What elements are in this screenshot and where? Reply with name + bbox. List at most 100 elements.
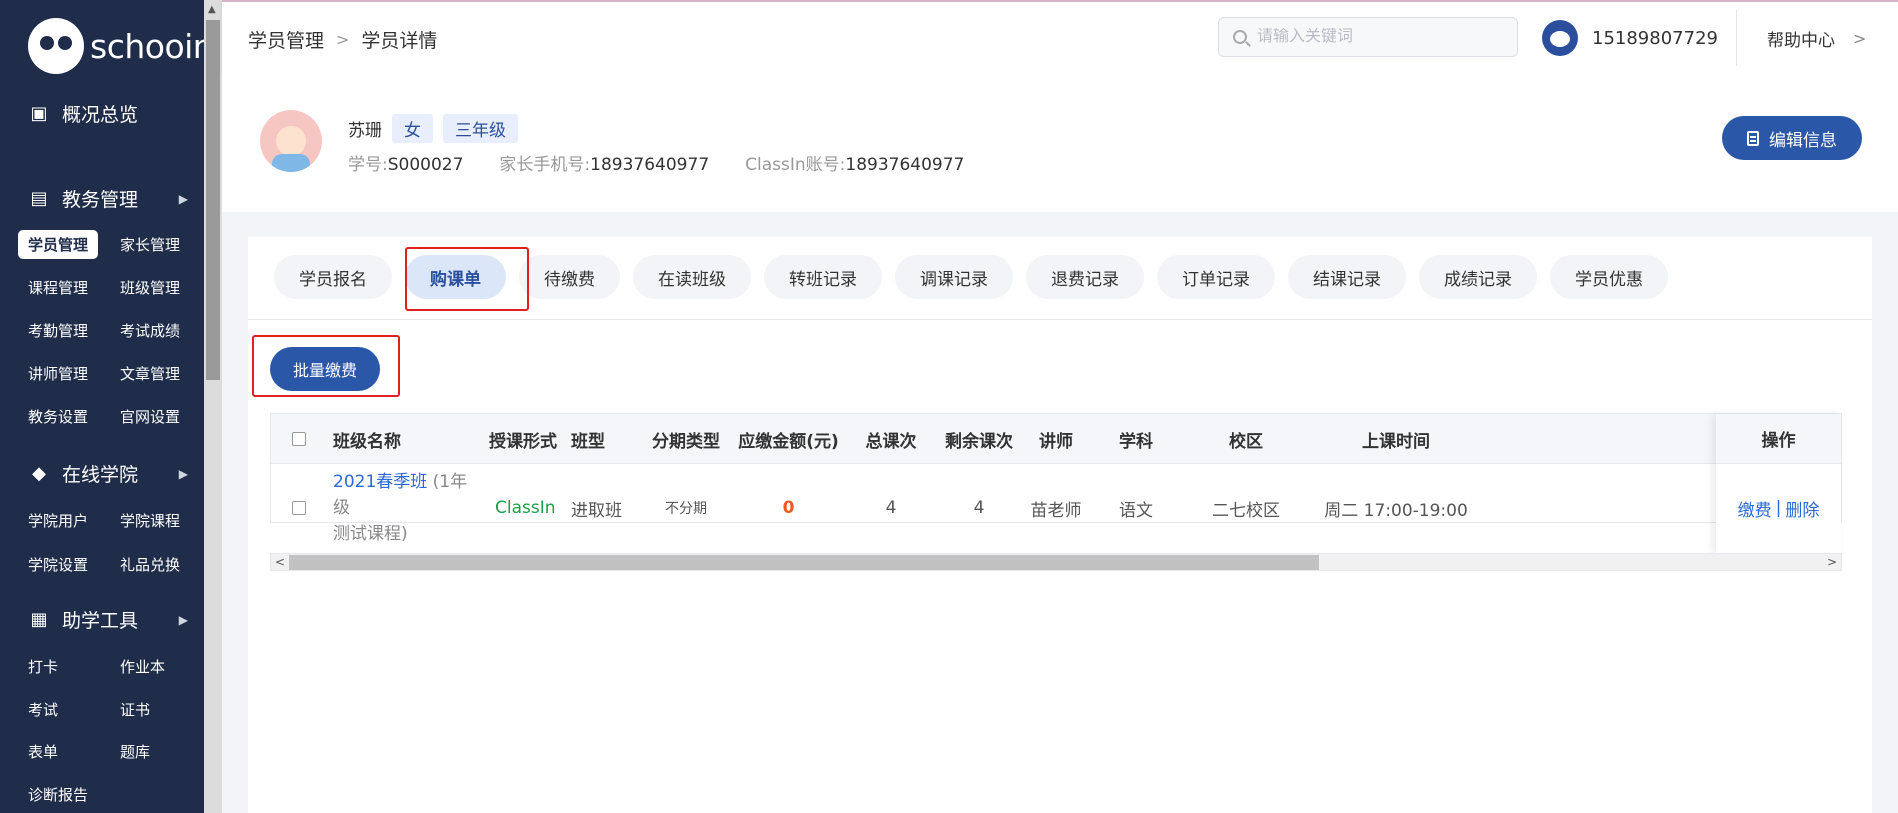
select-all-checkbox[interactable]: [292, 432, 306, 446]
tab-score-records[interactable]: 成绩记录: [1419, 255, 1537, 299]
breadcrumb-item[interactable]: 学员管理: [248, 26, 324, 53]
col-class-name[interactable]: 班级名称: [333, 414, 473, 464]
tab-enroll[interactable]: 学员报名: [274, 255, 392, 299]
sidebar-item-exam-score[interactable]: 考试成绩: [110, 316, 190, 345]
scrollbar-thumb[interactable]: [206, 20, 220, 380]
triangle-right-icon: ▶: [178, 466, 188, 481]
class-name-cell: 2021春季班 (1年级 测试课程): [333, 464, 483, 552]
purchase-table: 班级名称 授课形式 班型 分期类型 应缴金额(元) 总课次 剩余课次 讲师 学科…: [270, 413, 1842, 554]
sidebar-item-college-settings[interactable]: 学院设置: [18, 550, 98, 579]
scroll-left-icon[interactable]: <: [275, 555, 285, 569]
sidebar-item-attendance[interactable]: 考勤管理: [18, 316, 98, 345]
edit-info-button[interactable]: 编辑信息: [1722, 116, 1862, 160]
sidebar-item-college-courses[interactable]: 学院课程: [110, 506, 190, 535]
sidebar-item-site-settings[interactable]: 官网设置: [110, 402, 190, 431]
sidebar-item-article[interactable]: 文章管理: [110, 359, 190, 388]
col-subject[interactable]: 学科: [1096, 414, 1176, 464]
sidebar-item-student[interactable]: 学员管理: [18, 230, 99, 259]
col-operations: 操作: [1716, 414, 1841, 464]
grid-icon: ▦: [30, 608, 48, 630]
student-id-label: 学号:: [348, 155, 388, 175]
search-box[interactable]: [1218, 17, 1518, 57]
sidebar-section-label: 在线学院: [62, 464, 139, 486]
sidebar-item-form[interactable]: 表单: [18, 737, 68, 766]
triangle-right-icon: ▶: [178, 612, 188, 627]
row-select-cell: [291, 464, 307, 552]
col-teacher[interactable]: 讲师: [1016, 414, 1096, 464]
sidebar-section-college[interactable]: ◆ 在线学院 ▶: [28, 460, 188, 487]
sidebar-item-checkin[interactable]: 打卡: [18, 652, 68, 681]
sidebar-section-edu[interactable]: ▤ 教务管理 ▶: [28, 185, 188, 212]
tab-order-records[interactable]: 订单记录: [1157, 255, 1275, 299]
operations-separator: |: [1775, 498, 1782, 518]
total-lessons-cell: 4: [885, 498, 897, 518]
col-campus[interactable]: 校区: [1191, 414, 1301, 464]
subject-cell: 语文: [1119, 500, 1153, 521]
brand-name: schooin: [90, 26, 214, 66]
student-name-row: 苏珊 女 三年级: [348, 114, 518, 143]
highlight-box-batch-pay: [252, 335, 400, 397]
scroll-right-icon[interactable]: >: [1827, 555, 1837, 569]
scrollbar-thumb[interactable]: [289, 555, 1319, 570]
col-installment[interactable]: 分期类型: [641, 414, 731, 464]
type-cell: 进取班: [571, 500, 622, 521]
header-divider: [1736, 10, 1737, 66]
col-time[interactable]: 上课时间: [1301, 414, 1491, 464]
row-checkbox[interactable]: [292, 501, 306, 515]
col-type[interactable]: 班型: [571, 414, 651, 464]
sidebar-item-edu-settings[interactable]: 教务设置: [18, 402, 98, 431]
tab-reschedule-records[interactable]: 调课记录: [895, 255, 1013, 299]
sidebar-section-overview[interactable]: ▣ 概况总览: [28, 100, 188, 127]
sidebar-item-teacher[interactable]: 讲师管理: [18, 359, 98, 388]
installment-cell: 不分期: [665, 501, 707, 517]
logo[interactable]: schooin: [28, 18, 214, 74]
highlight-box-tab: [405, 247, 529, 311]
student-profile: 苏珊 女 三年级 学号:S000027 家长手机号:18937640977 Cl…: [222, 72, 1898, 212]
pay-link[interactable]: 缴费: [1738, 496, 1772, 521]
parent-phone: 家长手机号:18937640977: [499, 150, 709, 175]
campus-cell: 二七校区: [1212, 500, 1280, 521]
sidebar: schooin ▣ 概况总览 ▤ 教务管理 ▶ 学员管理 家长管理 课程管理 班…: [0, 0, 222, 813]
triangle-right-icon: ▶: [178, 191, 188, 206]
logo-mark-icon: [28, 18, 84, 74]
sidebar-item-certificate[interactable]: 证书: [110, 695, 160, 724]
top-bar: 学员管理 > 学员详情 15189807729 帮助中心 >: [222, 0, 1898, 72]
col-total-lessons[interactable]: 总课次: [851, 414, 931, 464]
tab-completion-records[interactable]: 结课记录: [1288, 255, 1406, 299]
sidebar-item-gift-exchange[interactable]: 礼品兑换: [110, 550, 190, 579]
sidebar-item-homework[interactable]: 作业本: [110, 652, 175, 681]
table-header: 班级名称 授课形式 班型 分期类型 应缴金额(元) 总课次 剩余课次 讲师 学科…: [271, 414, 1841, 464]
col-remaining-lessons[interactable]: 剩余课次: [934, 414, 1024, 464]
tab-student-discounts[interactable]: 学员优惠: [1550, 255, 1668, 299]
operations-column: 操作 缴费 | 删除: [1716, 414, 1841, 554]
tab-current-classes[interactable]: 在读班级: [633, 255, 751, 299]
help-center-label: 帮助中心: [1767, 31, 1835, 51]
class-name-link[interactable]: 2021春季班: [333, 472, 427, 492]
tab-pending-payment[interactable]: 待缴费: [519, 255, 620, 299]
col-mode[interactable]: 授课形式: [489, 414, 569, 464]
sidebar-item-diagnosis[interactable]: 诊断报告: [18, 780, 98, 809]
user-info[interactable]: 15189807729: [1542, 20, 1718, 56]
sidebar-section-tools[interactable]: ▦ 助学工具 ▶: [28, 606, 188, 633]
sidebar-item-exam[interactable]: 考试: [18, 695, 68, 724]
sidebar-item-parent[interactable]: 家长管理: [110, 230, 190, 259]
amount-cell: 0: [731, 464, 846, 552]
scroll-up-icon[interactable]: ▲: [208, 4, 216, 15]
table-horizontal-scrollbar[interactable]: < >: [270, 553, 1842, 571]
delete-link[interactable]: 删除: [1785, 496, 1819, 521]
help-center-link[interactable]: 帮助中心 >: [1767, 26, 1866, 51]
sidebar-section-label: 教务管理: [62, 189, 139, 211]
sidebar-item-course[interactable]: 课程管理: [18, 273, 98, 302]
sidebar-item-class[interactable]: 班级管理: [110, 273, 190, 302]
sidebar-item-question-bank[interactable]: 题库: [110, 737, 160, 766]
sidebar-item-college-users[interactable]: 学院用户: [18, 506, 98, 535]
search-input[interactable]: [1257, 28, 1497, 46]
tab-refund-records[interactable]: 退费记录: [1026, 255, 1144, 299]
tab-transfer-records[interactable]: 转班记录: [764, 255, 882, 299]
col-amount[interactable]: 应缴金额(元): [731, 414, 846, 464]
student-id: 学号:S000027: [348, 150, 463, 175]
student-id-value: S000027: [387, 155, 464, 175]
chevron-right-icon: >: [336, 30, 350, 49]
class-note: 测试课程): [333, 524, 408, 544]
sidebar-scrollbar[interactable]: ▲: [204, 0, 222, 813]
